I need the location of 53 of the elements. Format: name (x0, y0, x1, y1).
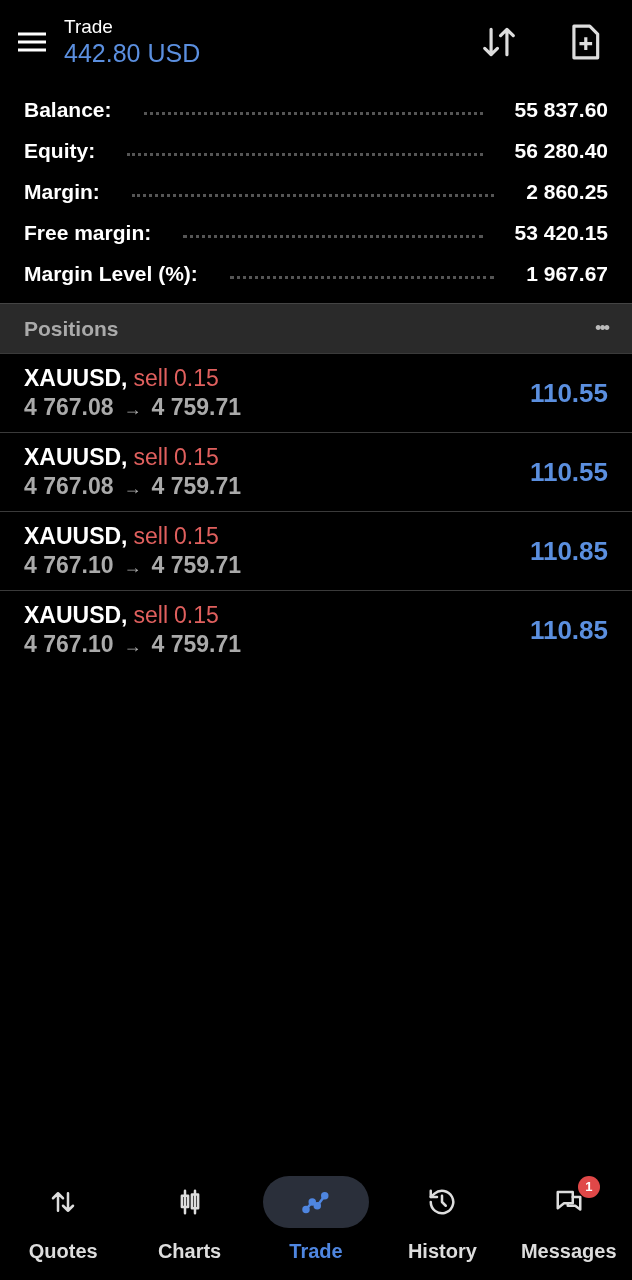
open-price: 4 767.10 (24, 551, 114, 580)
position-profit: 110.85 (529, 534, 608, 568)
position-row[interactable]: XAUUSD, sell 0.15 4 767.10 → 4 759.71 110.85 (0, 511, 632, 590)
position-profit: 110.55 (529, 455, 608, 489)
order-volume: 0.15 (174, 364, 219, 393)
arrow-sign: → (123, 556, 142, 579)
summary-value: 56 280.40 (514, 137, 608, 164)
arrow-sign: → (123, 398, 142, 421)
arrow-sign: → (123, 635, 142, 658)
position-row[interactable]: XAUUSD, sell 0.15 4 767.10 → 4 759.71 110.85 (0, 590, 632, 669)
order-volume: 0.15 (174, 443, 219, 472)
summary-label: Balance: (24, 96, 112, 123)
summary-value: 2 860.25 (526, 178, 608, 205)
position-profit: 110.55 (529, 376, 608, 410)
symbol-name: XAUUSD, (24, 364, 128, 393)
summary-label: Margin: (24, 178, 100, 205)
nav-tab[interactable]: Charts (129, 1176, 250, 1266)
more-button[interactable]: ••• (595, 315, 608, 342)
screen-title: Trade (64, 14, 114, 39)
current-price: 4 759.71 (151, 472, 242, 501)
position-row[interactable]: XAUUSD, sell 0.15 4 767.08 → 4 759.71 110.55 (0, 353, 632, 432)
order-side: sell (133, 443, 169, 472)
open-price: 4 767.08 (24, 472, 114, 501)
current-price: 4 759.71 (151, 630, 242, 659)
position-row[interactable]: XAUUSD, sell 0.15 4 767.08 → 4 759.71 110.55 (0, 432, 632, 511)
current-price: 4 759.71 (151, 551, 242, 580)
symbol-name: XAUUSD, (24, 522, 128, 551)
order-side: sell (133, 601, 169, 630)
section-title: Positions (24, 315, 119, 342)
summary-label: Margin Level (%): (24, 260, 198, 287)
nav-tab[interactable]: 1 Messages (508, 1176, 629, 1266)
arrow-sign: → (123, 477, 142, 500)
summary-value: 53 420.15 (514, 219, 608, 246)
summary-value: 55 837.60 (514, 96, 608, 123)
symbol-name: XAUUSD, (24, 443, 128, 472)
summary-value: 1 967.67 (526, 260, 608, 287)
history-icon (427, 1187, 458, 1217)
total-profit: 442.80 USD (64, 38, 201, 70)
summary-label: Equity: (24, 137, 96, 164)
order-volume: 0.15 (174, 601, 219, 630)
order-volume: 0.15 (174, 522, 219, 551)
current-price: 4 759.71 (151, 393, 242, 422)
position-profit: 110.85 (529, 613, 608, 647)
nav-tab[interactable]: Quotes (3, 1176, 124, 1266)
order-side: sell (133, 364, 169, 393)
open-price: 4 767.08 (24, 393, 114, 422)
menu-icon[interactable] (16, 30, 48, 54)
order-side: sell (133, 522, 169, 551)
nav-tab[interactable]: History (382, 1176, 503, 1266)
symbol-name: XAUUSD, (24, 601, 128, 630)
summary-label: Free margin: (24, 219, 152, 246)
unread-badge: 1 (577, 1176, 600, 1198)
open-price: 4 767.10 (24, 630, 114, 659)
